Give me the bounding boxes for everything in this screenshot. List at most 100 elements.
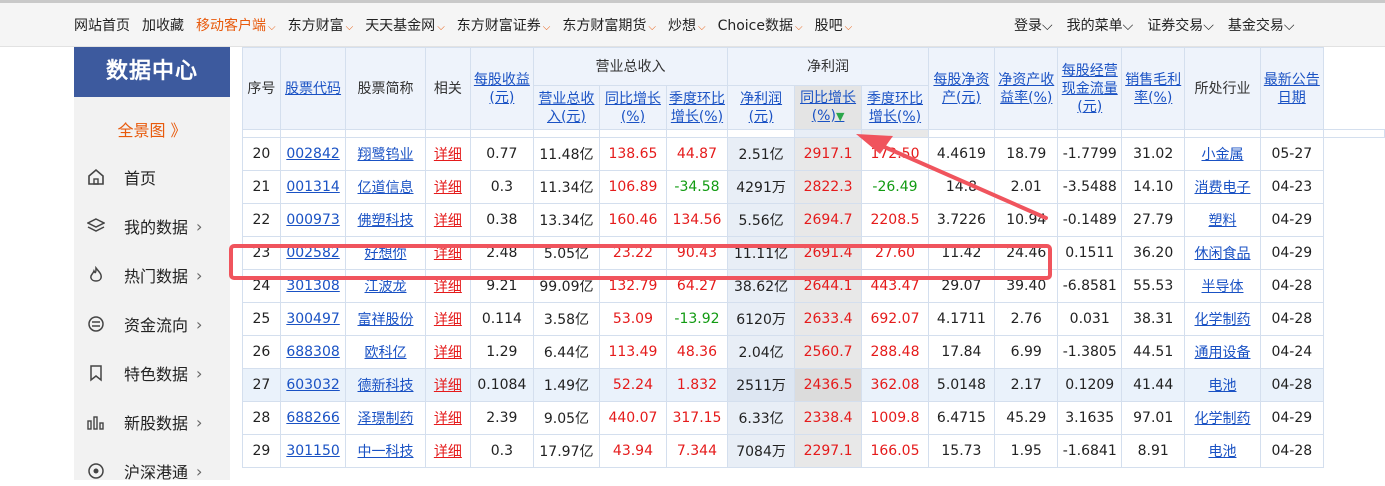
nav-left-item-3[interactable]: 东方财富 ⌵ xyxy=(288,15,354,35)
stock-code-link[interactable]: 688266 xyxy=(286,410,339,426)
industry-link[interactable]: 塑料 xyxy=(1208,213,1236,229)
stock-name-link[interactable]: 泽璟制药 xyxy=(358,411,414,427)
cfps-cell: -1.6841 xyxy=(1062,443,1117,459)
stock-name-link[interactable]: 亿道信息 xyxy=(358,180,414,196)
eps-cell: 0.3 xyxy=(490,179,513,195)
detail-link[interactable]: 详细 xyxy=(434,411,462,427)
industry-link[interactable]: 小金属 xyxy=(1201,147,1243,163)
header-bvps[interactable]: 每股净资产(元) xyxy=(927,47,996,130)
header-code[interactable]: 股票代码 xyxy=(279,47,347,130)
partial-cell xyxy=(927,129,996,138)
detail-link[interactable]: 详细 xyxy=(434,312,462,328)
partial-cell xyxy=(279,129,347,138)
industry-link[interactable]: 休闲食品 xyxy=(1194,246,1250,262)
industry-link[interactable]: 化学制药 xyxy=(1194,411,1250,427)
sidebar-item-1[interactable]: 我的数据 › xyxy=(86,211,226,241)
nav-right-item-0[interactable]: 登录⌵ xyxy=(1014,15,1053,35)
nav-right-item-1[interactable]: 我的菜单⌵ xyxy=(1067,15,1134,35)
revenue-yoy-cell: 440.07 xyxy=(608,410,658,426)
eps-cell-wrap: 0.3 xyxy=(470,170,534,204)
header-eps[interactable]: 每股收益(元) xyxy=(470,47,534,130)
industry-link[interactable]: 电池 xyxy=(1208,444,1236,460)
table-row: 21 001314 亿道信息 详细 0.3 11.34亿 106.89 -34.58 4291万… xyxy=(242,170,1385,204)
nav-left-item-9[interactable]: 股吧 ⌵ xyxy=(815,15,853,35)
nav-left-item-0[interactable]: 网站首页 xyxy=(74,15,130,35)
header-gross-margin[interactable]: 销售毛利率(%) xyxy=(1121,47,1186,130)
industry-link[interactable]: 半导体 xyxy=(1201,279,1243,295)
nav-left-item-5[interactable]: 东方财富证券 ⌵ xyxy=(457,15,551,35)
nav-left-item-2[interactable]: 移动客户端 ⌵ xyxy=(196,15,276,35)
date-cell: 04-24 xyxy=(1271,344,1313,360)
stock-name-link[interactable]: 江波龙 xyxy=(365,279,407,295)
header-revenue-qoq[interactable]: 季度环比增长(%) xyxy=(665,85,729,130)
industry-link[interactable]: 消费电子 xyxy=(1194,180,1250,196)
bvps-cell: 4.1711 xyxy=(936,311,986,327)
industry-link-wrap: 消费电子 xyxy=(1184,170,1261,204)
detail-link-wrap: 详细 xyxy=(424,170,472,204)
cfps-cell-wrap: -0.1489 xyxy=(1057,203,1123,237)
detail-link[interactable]: 详细 xyxy=(434,279,462,295)
nav-left-item-1[interactable]: 加收藏 xyxy=(142,15,184,35)
sidebar-item-0[interactable]: 首页 xyxy=(86,162,226,192)
stock-code-link[interactable]: 001314 xyxy=(286,179,339,195)
sidebar-item-2[interactable]: 热门数据 › xyxy=(86,260,226,290)
revenue-cell-wrap: 6.44亿 xyxy=(532,335,601,369)
sidebar-item-5[interactable]: 新股数据 › xyxy=(86,407,226,437)
table-row: 27 603032 德新科技 详细 0.1084 1.49亿 52.24 1.832 2511万… xyxy=(242,368,1385,402)
revenue-yoy-cell-wrap: 440.07 xyxy=(599,401,667,435)
roe-cell-wrap: 45.29 xyxy=(994,401,1059,435)
roe-cell-wrap: 6.99 xyxy=(994,335,1059,369)
industry-link[interactable]: 电池 xyxy=(1208,378,1236,394)
detail-link-wrap: 详细 xyxy=(424,302,472,336)
sidebar-item-4[interactable]: 特色数据 › xyxy=(86,358,226,388)
eps-cell: 0.3 xyxy=(490,443,513,459)
industry-link[interactable]: 通用设备 xyxy=(1194,345,1250,361)
header-revenue-yoy[interactable]: 同比增长(%) xyxy=(599,85,667,130)
eps-cell: 1.29 xyxy=(486,344,518,360)
header-roe[interactable]: 净资产收益率(%) xyxy=(994,47,1059,130)
detail-link[interactable]: 详细 xyxy=(434,345,462,361)
stock-code-link[interactable]: 603032 xyxy=(286,377,339,393)
home-icon xyxy=(86,167,106,187)
stock-code-link[interactable]: 002842 xyxy=(286,146,339,162)
stock-code-link[interactable]: 301150 xyxy=(286,443,339,459)
data-center-logo[interactable]: 数据中心 xyxy=(74,47,230,97)
stock-code-link[interactable]: 000973 xyxy=(286,212,339,228)
cfps-cell-wrap: -1.3805 xyxy=(1057,335,1123,369)
roe-cell-wrap: 18.79 xyxy=(994,137,1059,171)
detail-link[interactable]: 详细 xyxy=(434,444,462,460)
stock-name-link[interactable]: 德新科技 xyxy=(358,378,414,394)
nav-right-item-3[interactable]: 基金交易⌵ xyxy=(1228,15,1295,35)
chevron-down-icon: ⌵ xyxy=(542,22,551,33)
stock-name-link[interactable]: 翔鹭钨业 xyxy=(358,147,414,163)
stock-code-link[interactable]: 300497 xyxy=(286,311,339,327)
sidebar-item-6[interactable]: 沪深港通 › xyxy=(86,456,226,486)
stock-code-link[interactable]: 301308 xyxy=(286,278,339,294)
sidebar-item-3[interactable]: 资金流向 › xyxy=(86,309,226,339)
detail-link[interactable]: 详细 xyxy=(434,147,462,163)
net-profit-cell-wrap: 2.51亿 xyxy=(727,137,795,171)
sort-desc-icon[interactable]: ▼ xyxy=(836,110,844,123)
cfps-cell: 3.1635 xyxy=(1065,410,1115,426)
stock-name-link[interactable]: 富祥股份 xyxy=(358,312,414,328)
nav-left-item-7[interactable]: 炒想 ⌵ xyxy=(668,15,706,35)
detail-link[interactable]: 详细 xyxy=(434,213,462,229)
header-net-profit-qoq[interactable]: 季度环比增长(%) xyxy=(861,85,929,130)
stock-code-link[interactable]: 688308 xyxy=(286,344,339,360)
detail-link[interactable]: 详细 xyxy=(434,180,462,196)
header-date[interactable]: 最新公告日期 xyxy=(1259,47,1324,130)
nav-left-item-6[interactable]: 东方财富期货 ⌵ xyxy=(562,15,656,35)
nav-left-item-8[interactable]: Choice数据 ⌵ xyxy=(718,15,803,35)
stock-name-link[interactable]: 佛塑科技 xyxy=(358,213,414,229)
overview-link[interactable]: 全景图 》 xyxy=(74,117,230,141)
nav-right-item-2[interactable]: 证券交易⌵ xyxy=(1147,15,1214,35)
nav-left-item-4[interactable]: 天天基金网 ⌵ xyxy=(365,15,445,35)
header-cfps[interactable]: 每股经营现金流量(元) xyxy=(1057,47,1123,130)
industry-link[interactable]: 化学制药 xyxy=(1194,312,1250,328)
header-net-profit[interactable]: 净利润(元) xyxy=(727,85,795,130)
header-revenue-total[interactable]: 营业总收入(元) xyxy=(532,85,601,130)
stock-name-link[interactable]: 欧科亿 xyxy=(365,345,407,361)
header-net-profit-yoy[interactable]: 同比增长(%)▼ xyxy=(793,85,863,130)
stock-name-link[interactable]: 中一科技 xyxy=(358,444,414,460)
detail-link[interactable]: 详细 xyxy=(434,378,462,394)
